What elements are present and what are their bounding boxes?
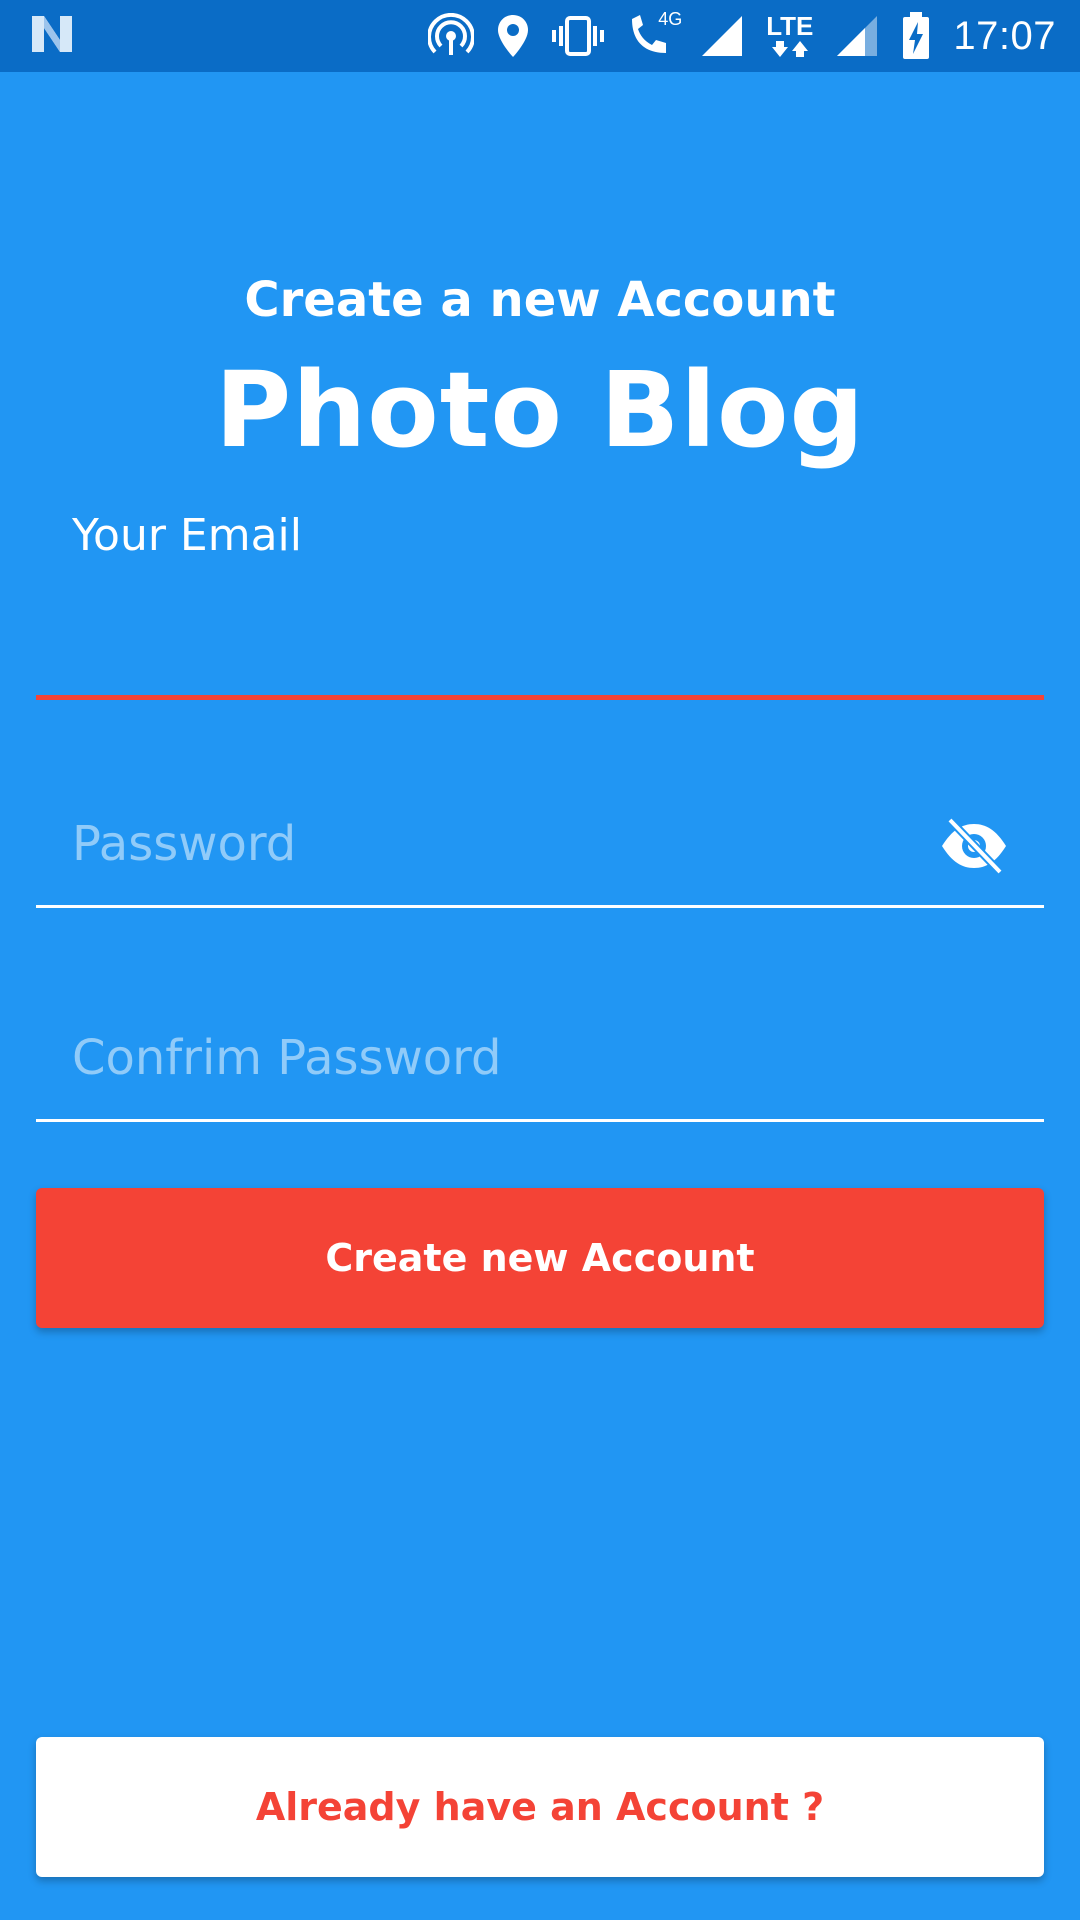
app-n-icon — [30, 14, 74, 58]
signal-icon — [700, 14, 744, 58]
already-have-account-button[interactable]: Already have an Account ? — [36, 1737, 1044, 1877]
email-underline — [36, 695, 1044, 700]
hotspot-icon — [428, 13, 475, 59]
status-time: 17:07 — [953, 13, 1056, 58]
lte-icon: LTE — [766, 13, 813, 59]
password-underline — [36, 905, 1044, 908]
signal-weak-icon — [835, 14, 879, 58]
network-4g-label: 4G — [658, 9, 683, 29]
status-bar: 4G LTE 17:07 — [0, 0, 1080, 72]
location-icon — [496, 13, 530, 59]
wifi-call-icon: 4G — [626, 9, 682, 59]
password-placeholder: Password — [72, 816, 297, 872]
visibility-off-icon[interactable] — [940, 816, 1008, 876]
confirm-password-placeholder: Confrim Password — [72, 1030, 502, 1086]
password-field[interactable]: Password — [36, 816, 1044, 908]
confirm-password-underline — [36, 1119, 1044, 1122]
battery-charging-icon — [901, 12, 931, 60]
status-icons: 4G LTE 17:07 — [428, 0, 1056, 72]
confirm-password-field[interactable]: Confrim Password — [36, 1030, 1044, 1122]
email-field[interactable]: Your Email — [36, 508, 1044, 700]
email-label: Your Email — [72, 510, 302, 561]
page-subtitle: Create a new Account — [244, 272, 836, 328]
network-lte-label: LTE — [766, 11, 814, 41]
app-title: Photo Blog — [215, 349, 865, 471]
vibrate-icon — [552, 14, 605, 58]
create-account-button[interactable]: Create new Account — [36, 1188, 1044, 1328]
